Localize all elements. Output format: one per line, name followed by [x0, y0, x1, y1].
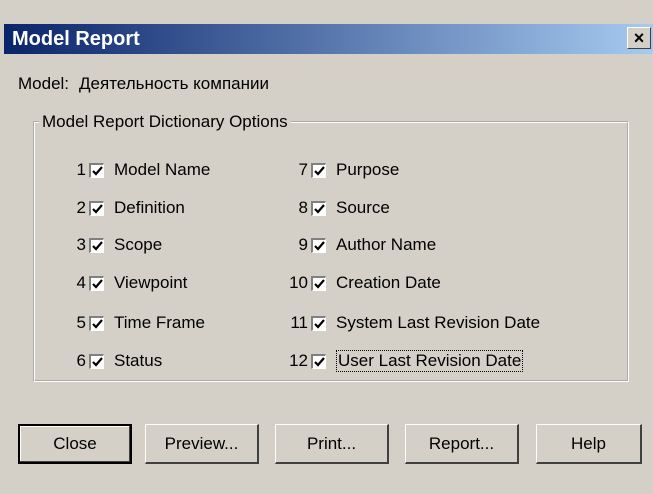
option-source[interactable]: 8 Source	[280, 197, 390, 219]
option-model-name[interactable]: 1 Model Name	[52, 159, 211, 181]
option-number: 1	[76, 160, 86, 179]
close-icon: ×	[633, 28, 645, 48]
option-label: Creation Date	[336, 273, 441, 292]
option-number: 12	[289, 351, 308, 370]
option-purpose[interactable]: 7 Purpose	[280, 159, 400, 181]
option-system-last-revision-date[interactable]: 11 System Last Revision Date	[280, 312, 540, 334]
checkbox-model-name[interactable]	[89, 162, 104, 178]
option-number: 10	[289, 273, 308, 292]
window-title: Model Report	[12, 28, 140, 50]
checkbox-creation-date[interactable]	[311, 275, 326, 291]
option-number: 7	[298, 160, 308, 179]
checkmark-icon	[314, 203, 325, 214]
close-window-button[interactable]: ×	[627, 27, 651, 49]
option-status[interactable]: 6 Status	[52, 350, 163, 372]
checkmark-icon	[92, 356, 103, 367]
option-label: Viewpoint	[114, 273, 188, 292]
checkmark-icon	[92, 203, 103, 214]
checkmark-icon	[314, 318, 325, 329]
option-viewpoint[interactable]: 4 Viewpoint	[52, 272, 188, 294]
checkmark-icon	[314, 240, 325, 251]
model-report-dialog: Model Report × Model: Деятельность компан…	[0, 0, 653, 494]
checkbox-definition[interactable]	[89, 200, 104, 216]
option-label: Scope	[114, 235, 163, 254]
option-label: Author Name	[336, 235, 437, 254]
option-time-frame[interactable]: 5 Time Frame	[52, 312, 205, 334]
option-definition[interactable]: 2 Definition	[52, 197, 185, 219]
option-label: System Last Revision Date	[336, 313, 541, 332]
checkmark-icon	[92, 240, 103, 251]
checkbox-scope[interactable]	[89, 237, 104, 253]
checkbox-status[interactable]	[89, 353, 104, 369]
checkmark-icon	[314, 165, 325, 176]
option-number: 9	[298, 235, 308, 254]
option-author-name[interactable]: 9 Author Name	[280, 234, 437, 256]
checkbox-time-frame[interactable]	[89, 315, 104, 331]
model-name: Деятельность компании	[79, 74, 269, 93]
checkbox-purpose[interactable]	[311, 162, 326, 178]
option-number: 8	[298, 198, 308, 217]
option-label: Definition	[114, 198, 185, 217]
checkbox-viewpoint[interactable]	[89, 275, 104, 291]
option-label: Source	[336, 198, 390, 217]
option-label: Model Name	[114, 160, 211, 179]
option-label: Purpose	[336, 160, 400, 179]
checkbox-user-last-revision-date[interactable]	[311, 353, 326, 369]
title-bar[interactable]: Model Report ×	[4, 24, 653, 54]
model-row: Model: Деятельность компании	[18, 74, 269, 94]
option-scope[interactable]: 3 Scope	[52, 234, 163, 256]
option-number: 4	[76, 273, 86, 292]
option-number: 11	[290, 313, 308, 332]
option-number: 6	[76, 351, 86, 370]
help-button[interactable]: Help	[536, 424, 642, 464]
checkbox-author-name[interactable]	[311, 237, 326, 253]
preview-button[interactable]: Preview...	[145, 424, 259, 464]
checkmark-icon	[92, 318, 103, 329]
option-number: 3	[76, 235, 86, 254]
option-number: 2	[76, 198, 86, 217]
checkmark-icon	[314, 278, 325, 289]
group-legend: Model Report Dictionary Options	[42, 112, 288, 131]
option-number: 5	[76, 313, 86, 332]
report-button[interactable]: Report...	[405, 424, 519, 464]
option-label: Time Frame	[114, 313, 205, 332]
print-button[interactable]: Print...	[275, 424, 389, 464]
model-label: Model:	[18, 74, 70, 93]
option-label: Status	[114, 351, 163, 370]
option-creation-date[interactable]: 10 Creation Date	[280, 272, 441, 294]
option-label: User Last Revision Date	[336, 350, 524, 372]
close-button[interactable]: Close	[18, 424, 132, 464]
checkbox-system-last-revision-date[interactable]	[311, 315, 326, 331]
checkbox-source[interactable]	[311, 200, 326, 216]
checkmark-icon	[314, 356, 325, 367]
checkmark-icon	[92, 278, 103, 289]
checkmark-icon	[92, 165, 103, 176]
option-user-last-revision-date[interactable]: 12 User Last Revision Date	[280, 350, 524, 372]
